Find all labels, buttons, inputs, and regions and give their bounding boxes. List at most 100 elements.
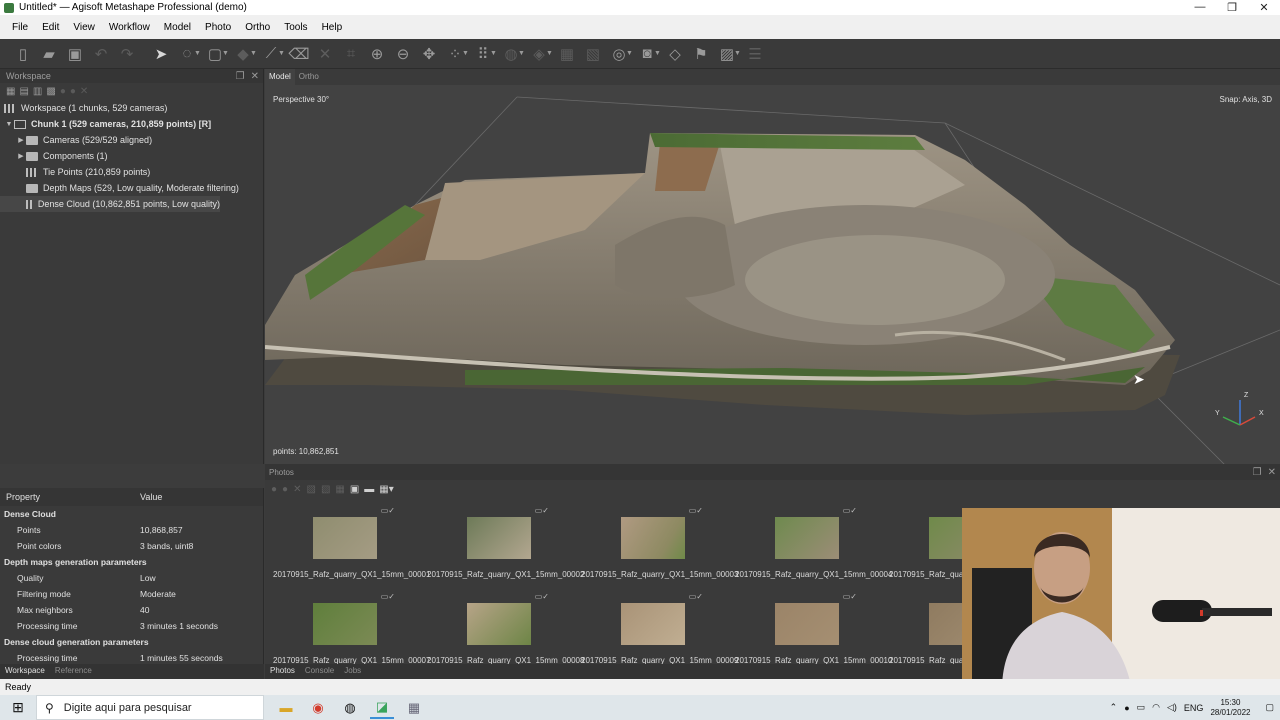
enable-icon[interactable]: ●: [60, 86, 66, 97]
minimize-button[interactable]: —: [1184, 1, 1216, 14]
markers-flag-icon[interactable]: ⚑: [688, 41, 714, 67]
tree-depth-maps[interactable]: Depth Maps (529, Low quality, Moderate f…: [0, 180, 263, 196]
microphone-icon[interactable]: ●: [1124, 703, 1129, 713]
photo-thumbnail[interactable]: ▭✓ 20170915_Rafz_quarry_QX1_15mm_00001: [273, 504, 430, 588]
texture-dropdown-icon[interactable]: ▼: [546, 50, 554, 57]
expand-arrow-icon[interactable]: ▶: [16, 152, 26, 160]
windows-start-icon[interactable]: ⊞: [0, 695, 36, 720]
taskbar-search[interactable]: ⚲ Digite aqui para pesquisar: [36, 695, 264, 720]
dense-cloud-render[interactable]: [265, 85, 1280, 464]
metashape-icon[interactable]: ◪: [370, 697, 394, 719]
zoom-in-icon[interactable]: ⊕: [364, 41, 390, 67]
menu-view[interactable]: View: [67, 22, 103, 33]
disable-icon[interactable]: ●: [70, 86, 76, 97]
close-panel-icon[interactable]: ✕: [251, 71, 259, 82]
tree-cameras[interactable]: ▶ Cameras (529/529 aligned): [0, 132, 263, 148]
rotate-dropdown-icon[interactable]: ▼: [194, 50, 202, 57]
zoom-out-icon[interactable]: ⊖: [390, 41, 416, 67]
tree-components[interactable]: ▶ Components (1): [0, 148, 263, 164]
menu-help[interactable]: Help: [316, 22, 351, 33]
restore-button[interactable]: ❐: [1216, 1, 1248, 14]
photos-app-icon[interactable]: ▦: [402, 697, 426, 719]
rotate-left-icon[interactable]: ▧: [306, 484, 315, 495]
obs-icon[interactable]: ◍: [338, 697, 362, 719]
tab-workspace[interactable]: Workspace: [0, 664, 50, 679]
notifications-icon[interactable]: ▢: [1265, 702, 1274, 713]
new-project-icon[interactable]: ▯: [10, 41, 36, 67]
reset-view-icon[interactable]: ✥: [416, 41, 442, 67]
tiled-model-icon[interactable]: ▦: [554, 41, 580, 67]
network-icon[interactable]: ▭: [1137, 702, 1146, 713]
menu-ortho[interactable]: Ortho: [239, 22, 278, 33]
toggle-masks-icon[interactable]: ▣: [350, 484, 359, 495]
volume-icon[interactable]: ◁): [1167, 702, 1177, 713]
tree-dense-cloud[interactable]: Dense Cloud (10,862,851 points, Low qual…: [0, 196, 220, 212]
add-photos-icon[interactable]: ▤: [19, 86, 28, 97]
save-project-icon[interactable]: ▣: [62, 41, 88, 67]
draw-dropdown-icon[interactable]: ▼: [250, 50, 258, 57]
remove-items-icon[interactable]: ▩: [46, 86, 55, 97]
enable-camera-icon[interactable]: ●: [271, 484, 277, 495]
model-viewport[interactable]: Model Ortho Perspective 30° Snap: Axis, …: [265, 69, 1280, 464]
images-dropdown-icon[interactable]: ▼: [734, 50, 742, 57]
globe-dropdown-icon[interactable]: ▼: [626, 50, 634, 57]
tree-workspace-root[interactable]: Workspace (1 chunks, 529 cameras): [0, 100, 263, 116]
menu-file[interactable]: File: [6, 22, 36, 33]
close-panel-icon[interactable]: ✕: [1268, 467, 1276, 478]
disable-camera-icon[interactable]: ●: [282, 484, 288, 495]
tree-tie-points[interactable]: Tie Points (210,859 points): [0, 164, 263, 180]
tab-jobs[interactable]: Jobs: [339, 664, 366, 679]
remove-camera-icon[interactable]: ✕: [293, 484, 301, 495]
eraser-icon[interactable]: ⌫: [286, 41, 312, 67]
add-folder-icon[interactable]: ▥: [33, 86, 42, 97]
dem-view-icon[interactable]: ▧: [580, 41, 606, 67]
mesh-dropdown-icon[interactable]: ▼: [518, 50, 526, 57]
open-project-icon[interactable]: ▰: [36, 41, 62, 67]
reset-filter-icon[interactable]: ▦: [335, 484, 344, 495]
view-mode-icon[interactable]: ▦▾: [379, 484, 393, 495]
photo-thumbnail[interactable]: ▭✓ 20170915_Rafz_quarry_QX1_15mm_00010: [735, 590, 892, 664]
delete-selection-icon[interactable]: ✕: [312, 41, 338, 67]
point-cloud-dropdown-icon[interactable]: ▼: [462, 50, 470, 57]
photo-thumbnail[interactable]: ▭✓ 20170915_Rafz_quarry_QX1_15mm_00004: [735, 504, 892, 588]
ruler-dropdown-icon[interactable]: ▼: [278, 50, 286, 57]
language-indicator[interactable]: ENG: [1184, 703, 1204, 713]
menu-model[interactable]: Model: [158, 22, 199, 33]
photo-thumbnail[interactable]: ▭✓ 20170915_Rafz_quarry_QX1_15mm_00003: [581, 504, 738, 588]
show-region-icon[interactable]: ☰: [742, 41, 768, 67]
tab-model[interactable]: Model: [265, 69, 295, 85]
tab-console[interactable]: Console: [300, 664, 339, 679]
tab-reference[interactable]: Reference: [50, 664, 97, 679]
undo-icon[interactable]: ↶: [88, 41, 114, 67]
wifi-icon[interactable]: ◠: [1152, 702, 1160, 713]
show-hidden-icons-icon[interactable]: ⌃: [1110, 702, 1118, 713]
tab-photos[interactable]: Photos: [265, 664, 300, 679]
menu-edit[interactable]: Edit: [36, 22, 67, 33]
float-panel-icon[interactable]: ❐: [1253, 467, 1262, 478]
show-info-icon[interactable]: ▬: [364, 484, 374, 495]
menu-photo[interactable]: Photo: [199, 22, 239, 33]
clock[interactable]: 15:30 28/01/2022: [1210, 698, 1250, 718]
selection-dropdown-icon[interactable]: ▼: [222, 50, 230, 57]
navigation-pointer-icon[interactable]: ➤: [148, 41, 174, 67]
tree-chunk[interactable]: ▼ Chunk 1 (529 cameras, 210,859 points) …: [0, 116, 263, 132]
redo-icon[interactable]: ↷: [114, 41, 140, 67]
close-button[interactable]: ✕: [1248, 1, 1280, 14]
expand-arrow-icon[interactable]: ▶: [16, 136, 26, 144]
tab-ortho[interactable]: Ortho: [295, 69, 323, 85]
remove-icon[interactable]: ✕: [80, 86, 88, 97]
camera-dropdown-icon[interactable]: ▼: [654, 50, 662, 57]
float-panel-icon[interactable]: ❐: [236, 71, 245, 82]
add-chunk-icon[interactable]: ▦: [6, 86, 15, 97]
menu-tools[interactable]: Tools: [278, 22, 315, 33]
dense-cloud-dropdown-icon[interactable]: ▼: [490, 50, 498, 57]
file-explorer-icon[interactable]: ▬: [274, 697, 298, 719]
photo-thumbnail[interactable]: ▭✓ 20170915_Rafz_quarry_QX1_15mm_00008: [427, 590, 584, 664]
photo-thumbnail[interactable]: ▭✓ 20170915_Rafz_quarry_QX1_15mm_00002: [427, 504, 584, 588]
photo-thumbnail[interactable]: ▭✓ 20170915_Rafz_quarry_QX1_15mm_00007: [273, 590, 430, 664]
photo-thumbnail[interactable]: ▭✓ 20170915_Rafz_quarry_QX1_15mm_00009: [581, 590, 738, 664]
chrome-icon[interactable]: ◉: [306, 697, 330, 719]
rotate-right-icon[interactable]: ▧: [321, 484, 330, 495]
menu-workflow[interactable]: Workflow: [103, 22, 158, 33]
collapse-arrow-icon[interactable]: ▼: [4, 121, 14, 128]
